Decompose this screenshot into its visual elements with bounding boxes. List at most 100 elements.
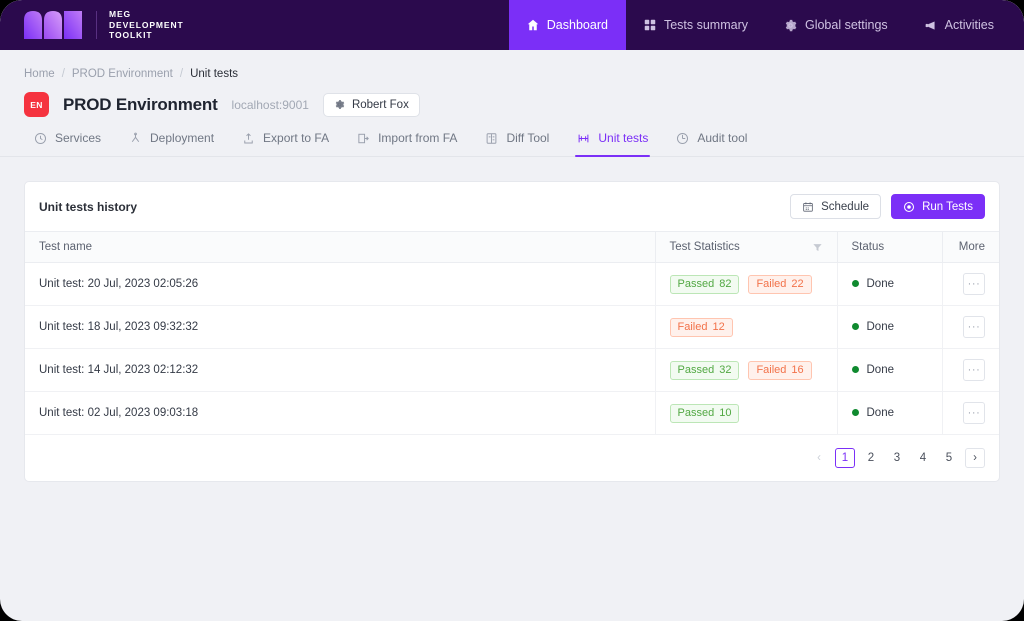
export-icon <box>242 132 255 145</box>
clock-icon <box>34 132 47 145</box>
tab-label: Unit tests <box>598 131 649 145</box>
pagination-next[interactable]: › <box>965 448 985 468</box>
brand-name: MEG DEVELOPMENT TOOLKIT <box>109 9 184 41</box>
table-row[interactable]: Unit test: 02 Jul, 2023 09:03:18 Passed … <box>25 391 999 435</box>
row-more-button[interactable]: ··· <box>963 273 985 295</box>
page-header: EN PROD Environment localhost:9001 Rober… <box>0 80 1024 117</box>
tab-deployment[interactable]: Deployment <box>115 131 228 156</box>
top-header-bar: MEG DEVELOPMENT TOOLKIT Dashboard Tests … <box>0 0 1024 50</box>
status-dot-icon <box>851 366 859 374</box>
tab-unit-tests[interactable]: Unit tests <box>563 131 662 157</box>
status-dot-icon <box>851 280 859 288</box>
user-chip-button[interactable]: Robert Fox <box>322 92 420 117</box>
gear-icon <box>334 99 345 110</box>
breadcrumb-item-unit-tests: Unit tests <box>190 68 239 80</box>
cell-test-name: Unit test: 02 Jul, 2023 09:03:18 <box>25 391 656 435</box>
breadcrumb-item-prod-environment[interactable]: PROD Environment <box>72 68 173 80</box>
tab-audit-tool[interactable]: Audit tool <box>662 131 761 156</box>
failed-label: Failed <box>756 364 787 376</box>
sitemap-icon <box>129 132 142 145</box>
table-row[interactable]: Unit test: 18 Jul, 2023 09:32:32 Failed … <box>25 305 999 349</box>
cell-more: ··· <box>942 305 999 349</box>
audit-icon <box>676 132 689 145</box>
page-title: PROD Environment <box>63 94 218 114</box>
cell-more: ··· <box>942 391 999 435</box>
cell-test-statistics: Passed 32 Failed 16 <box>655 348 838 392</box>
status-label: Done <box>866 277 895 290</box>
tab-label: Export to FA <box>263 131 330 145</box>
row-more-button[interactable]: ··· <box>963 359 985 381</box>
schedule-button[interactable]: Schedule <box>790 194 882 219</box>
failed-badge: Failed 16 <box>748 360 812 380</box>
run-tests-button[interactable]: Run Tests <box>891 194 985 219</box>
cell-status: Done <box>837 348 943 392</box>
failed-label: Failed <box>677 321 708 333</box>
table-row[interactable]: Unit test: 20 Jul, 2023 02:05:26 Passed … <box>25 262 999 306</box>
status-label: Done <box>866 363 895 376</box>
meg-logo-icon <box>22 10 84 40</box>
tab-export-to-fa[interactable]: Export to FA <box>228 131 343 156</box>
status-dot-icon <box>851 409 859 417</box>
failed-count: 12 <box>712 321 725 333</box>
pagination-page-2[interactable]: 2 <box>861 448 881 468</box>
cell-status: Done <box>837 391 943 435</box>
calendar-icon <box>802 201 814 213</box>
failed-badge: Failed 12 <box>669 317 733 337</box>
top-navigation: Dashboard Tests summary Global settings … <box>508 0 1024 50</box>
import-icon <box>357 132 370 145</box>
failed-label: Failed <box>756 278 787 290</box>
brand-divider <box>96 11 97 39</box>
card-actions: Schedule Run Tests <box>790 194 985 219</box>
column-header-label: More <box>958 241 985 253</box>
column-header-more: More <box>942 232 999 263</box>
megaphone-icon <box>924 19 937 32</box>
filter-icon[interactable] <box>812 242 823 253</box>
tab-label: Diff Tool <box>506 131 550 145</box>
passed-badge: Passed 10 <box>669 403 740 423</box>
pagination-page-1[interactable]: 1 <box>835 448 855 468</box>
brand-logo[interactable]: MEG DEVELOPMENT TOOLKIT <box>0 0 184 50</box>
unit-tests-icon <box>577 132 590 145</box>
row-more-button[interactable]: ··· <box>963 316 985 338</box>
user-chip-label: Robert Fox <box>351 98 409 111</box>
breadcrumb-item-home[interactable]: Home <box>24 68 55 80</box>
breadcrumb: Home / PROD Environment / Unit tests <box>0 50 1024 80</box>
cell-status: Done <box>837 305 943 349</box>
row-more-button[interactable]: ··· <box>963 402 985 424</box>
breadcrumb-separator: / <box>179 68 184 80</box>
status-label: Done <box>866 406 895 419</box>
cell-status: Done <box>837 262 943 306</box>
cell-more: ··· <box>942 262 999 306</box>
pagination: ‹ 1 2 3 4 5 › <box>25 435 999 481</box>
topnav-item-activities[interactable]: Activities <box>906 0 1024 50</box>
cell-test-statistics: Failed 12 <box>655 305 838 349</box>
status-dot-icon <box>851 323 859 331</box>
tab-diff-tool[interactable]: Diff Tool <box>471 131 563 156</box>
diff-icon <box>485 132 498 145</box>
tab-label: Import from FA <box>378 131 458 145</box>
column-header-test-name[interactable]: Test name <box>25 232 656 263</box>
cell-test-name: Unit test: 18 Jul, 2023 09:32:32 <box>25 305 656 349</box>
column-header-status[interactable]: Status <box>837 232 943 263</box>
table-row[interactable]: Unit test: 14 Jul, 2023 02:12:32 Passed … <box>25 348 999 392</box>
pagination-page-3[interactable]: 3 <box>887 448 907 468</box>
topnav-item-dashboard[interactable]: Dashboard <box>508 0 626 50</box>
breadcrumb-separator: / <box>61 68 65 80</box>
topnav-item-global-settings[interactable]: Global settings <box>766 0 906 50</box>
pagination-prev: ‹ <box>817 452 821 464</box>
app-window: MEG DEVELOPMENT TOOLKIT Dashboard Tests … <box>0 0 1024 621</box>
tab-import-from-fa[interactable]: Import from FA <box>343 131 471 156</box>
column-header-label: Test name <box>39 241 93 253</box>
passed-badge: Passed 82 <box>669 274 740 294</box>
unit-tests-history-card: Unit tests history Schedule Run Tests Te… <box>24 181 1000 482</box>
pagination-page-4[interactable]: 4 <box>913 448 933 468</box>
column-header-test-statistics[interactable]: Test Statistics <box>655 232 838 263</box>
pagination-page-5[interactable]: 5 <box>939 448 959 468</box>
env-language-badge: EN <box>24 92 49 117</box>
tab-services[interactable]: Services <box>20 131 115 156</box>
topnav-item-tests-summary[interactable]: Tests summary <box>626 0 766 50</box>
topnav-label: Global settings <box>804 18 888 32</box>
passed-label: Passed <box>677 407 715 419</box>
card-title: Unit tests history <box>39 199 138 214</box>
failed-count: 22 <box>791 278 804 290</box>
